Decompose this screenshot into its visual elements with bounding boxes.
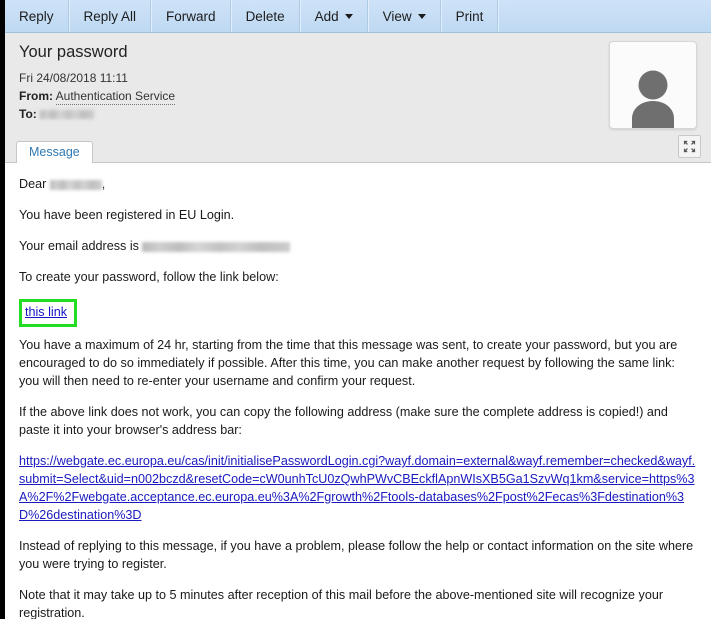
to-value-redacted xyxy=(40,110,95,120)
person-placeholder-icon xyxy=(632,70,674,128)
tab-strip: Message xyxy=(5,135,711,164)
reply-button-label: Reply xyxy=(19,8,54,24)
registered-paragraph: You have been registered in EU Login. xyxy=(19,208,235,222)
email-address-redacted xyxy=(142,241,291,252)
copy-address-paragraph: If the above link does not work, you can… xyxy=(19,405,668,437)
email-address-paragraph: Your email address is xyxy=(19,237,697,255)
greeting-suffix: , xyxy=(101,177,106,191)
message-from-row: From: Authentication Service xyxy=(19,89,697,105)
reply-all-button-label: Reply All xyxy=(83,8,137,24)
to-label: To: xyxy=(19,107,37,121)
propagation-note-paragraph: Note that it may take up to 5 minutes af… xyxy=(19,588,664,619)
message-date: Fri 24/08/2018 11:11 xyxy=(19,71,128,85)
view-menu-button[interactable]: View xyxy=(367,0,441,32)
delete-button[interactable]: Delete xyxy=(230,0,300,32)
email-viewer-window: Reply Reply All Forward Delete Add View … xyxy=(0,0,711,619)
chevron-down-icon xyxy=(417,13,426,19)
delete-button-label: Delete xyxy=(245,8,285,24)
this-link[interactable]: this link xyxy=(25,305,67,319)
this-link-highlight-box: this link xyxy=(19,299,77,327)
tab-message-label: Message xyxy=(29,145,80,159)
email-address-prefix: Your email address is xyxy=(19,239,139,253)
validity-paragraph: You have a maximum of 24 hr, starting fr… xyxy=(19,338,678,388)
create-password-instruction: To create your password, follow the link… xyxy=(19,270,279,284)
message-to-row: To: xyxy=(19,107,697,121)
chevron-down-icon xyxy=(344,13,353,19)
reset-url-block: https://webgate.ec.europa.eu/cas/init/in… xyxy=(19,452,697,524)
toolbar: Reply Reply All Forward Delete Add View … xyxy=(5,0,711,33)
forward-button[interactable]: Forward xyxy=(151,0,231,32)
tab-message[interactable]: Message xyxy=(16,141,93,164)
avatar xyxy=(609,41,697,129)
message-body: Dear , You have been registered in EU Lo… xyxy=(5,163,711,619)
message-header: Your password Fri 24/08/2018 11:11 From:… xyxy=(5,33,711,137)
expand-arrows-icon xyxy=(683,140,696,153)
instead-of-replying-paragraph: Instead of replying to this message, if … xyxy=(19,539,694,571)
reply-all-button[interactable]: Reply All xyxy=(68,0,152,32)
greeting-prefix: Dear xyxy=(19,177,47,191)
add-menu-button-label: Add xyxy=(314,8,339,24)
from-label: From: xyxy=(19,89,53,103)
view-menu-button-label: View xyxy=(382,8,412,24)
recipient-name-redacted xyxy=(49,179,102,190)
greeting-paragraph: Dear , xyxy=(19,175,697,193)
print-button[interactable]: Print xyxy=(440,0,499,32)
add-menu-button[interactable]: Add xyxy=(299,0,368,32)
message-subject: Your password xyxy=(19,43,128,61)
reset-url-link[interactable]: https://webgate.ec.europa.eu/cas/init/in… xyxy=(19,454,695,522)
toolbar-filler xyxy=(498,0,711,32)
expand-button[interactable] xyxy=(678,135,701,158)
reply-button[interactable]: Reply xyxy=(5,0,69,32)
from-value[interactable]: Authentication Service xyxy=(55,89,176,105)
forward-button-label: Forward xyxy=(166,8,216,24)
print-button-label: Print xyxy=(455,8,484,24)
